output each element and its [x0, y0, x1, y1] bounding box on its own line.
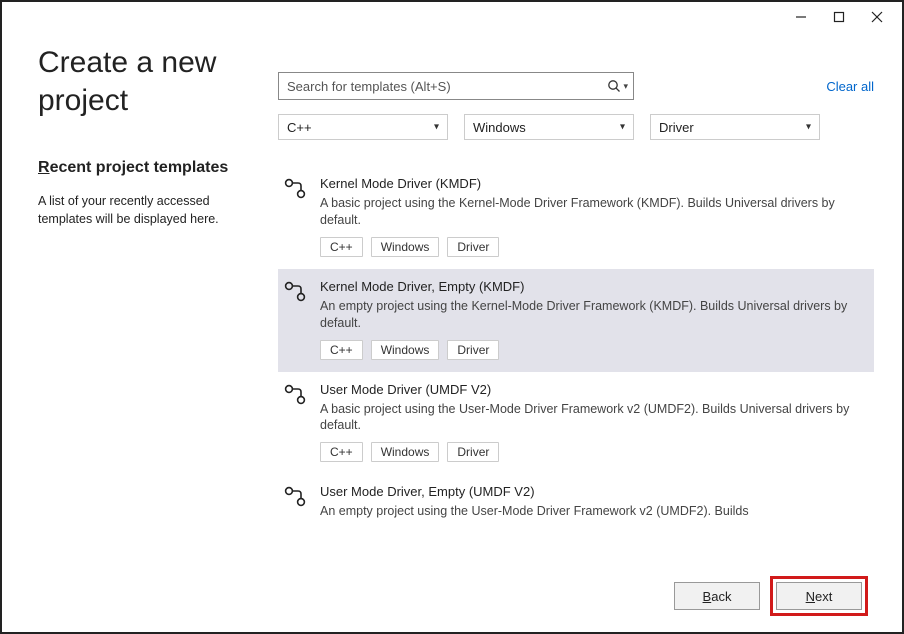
chevron-down-icon: ▾	[806, 122, 811, 133]
project-icon	[282, 176, 310, 257]
template-list: Kernel Mode Driver (KMDF) A basic project…	[278, 166, 874, 572]
chevron-down-icon: ▾	[620, 122, 625, 133]
template-desc: An empty project using the Kernel-Mode D…	[320, 298, 864, 332]
search-wrap: ▾	[278, 72, 634, 100]
tag-cpp: C++	[320, 442, 363, 462]
tag-cpp: C++	[320, 340, 363, 360]
template-title: User Mode Driver, Empty (UMDF V2)	[320, 484, 864, 499]
template-item[interactable]: User Mode Driver (UMDF V2) A basic projec…	[278, 372, 874, 475]
template-tags: C++ Windows Driver	[320, 442, 864, 462]
next-button-highlight: Next	[770, 576, 868, 616]
close-button[interactable]	[858, 6, 896, 28]
search-input[interactable]	[278, 72, 634, 100]
template-tags: C++ Windows Driver	[320, 237, 864, 257]
recent-templates-desc: A list of your recently accessed templat…	[38, 193, 258, 228]
search-icon[interactable]: ▾	[607, 72, 628, 100]
template-item[interactable]: Kernel Mode Driver (KMDF) A basic project…	[278, 166, 874, 269]
next-button[interactable]: Next	[776, 582, 862, 610]
template-tags: C++ Windows Driver	[320, 340, 864, 360]
project-type-filter[interactable]: Driver ▾	[650, 114, 820, 140]
language-filter-label: C++	[287, 120, 312, 135]
tag-windows: Windows	[371, 442, 440, 462]
tag-driver: Driver	[447, 237, 499, 257]
project-type-filter-label: Driver	[659, 120, 694, 135]
template-desc: An empty project using the User-Mode Dri…	[320, 503, 864, 520]
platform-filter[interactable]: Windows ▾	[464, 114, 634, 140]
clear-all-link[interactable]: Clear all	[826, 79, 874, 94]
chevron-down-icon: ▾	[434, 122, 439, 133]
template-title: Kernel Mode Driver (KMDF)	[320, 176, 864, 191]
back-button[interactable]: Back	[674, 582, 760, 610]
maximize-button[interactable]	[820, 6, 858, 28]
tag-driver: Driver	[447, 340, 499, 360]
language-filter[interactable]: C++ ▾	[278, 114, 448, 140]
project-icon	[282, 382, 310, 463]
tag-cpp: C++	[320, 237, 363, 257]
template-desc: A basic project using the User-Mode Driv…	[320, 401, 864, 435]
recent-templates-heading: Recent project templates	[38, 159, 258, 177]
right-panel: ▾ Clear all C++ ▾ Windows ▾ Driver ▾	[278, 32, 874, 572]
left-panel: Create a new project Recent project temp…	[38, 32, 278, 572]
tag-driver: Driver	[447, 442, 499, 462]
template-title: Kernel Mode Driver, Empty (KMDF)	[320, 279, 864, 294]
template-title: User Mode Driver (UMDF V2)	[320, 382, 864, 397]
template-desc: A basic project using the Kernel-Mode Dr…	[320, 195, 864, 229]
chevron-down-icon: ▾	[623, 81, 628, 92]
footer: Back Next	[2, 572, 902, 632]
template-item[interactable]: Kernel Mode Driver, Empty (KMDF) An empty…	[278, 269, 874, 372]
page-title: Create a new project	[38, 44, 258, 119]
new-project-dialog: Create a new project Recent project temp…	[0, 0, 904, 634]
project-icon	[282, 484, 310, 528]
platform-filter-label: Windows	[473, 120, 526, 135]
tag-windows: Windows	[371, 237, 440, 257]
tag-windows: Windows	[371, 340, 440, 360]
titlebar	[2, 2, 902, 32]
template-item[interactable]: User Mode Driver, Empty (UMDF V2) An empt…	[278, 474, 874, 540]
project-icon	[282, 279, 310, 360]
minimize-button[interactable]	[782, 6, 820, 28]
